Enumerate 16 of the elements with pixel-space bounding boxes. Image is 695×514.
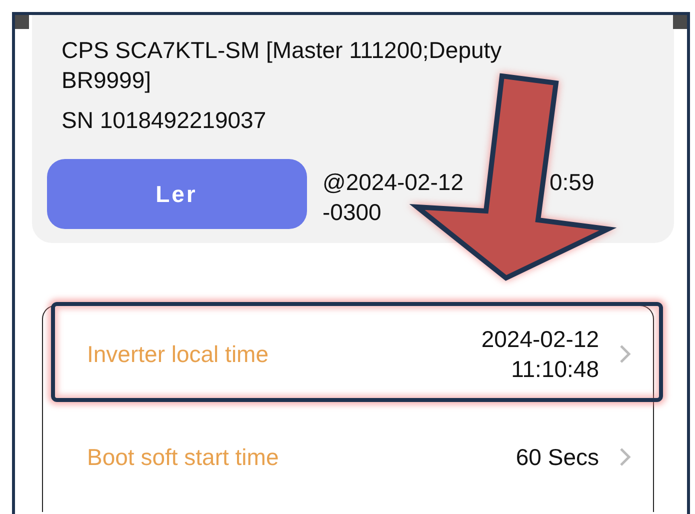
device-model: CPS SCA7KTL-SM [Master 111200;Deputy BR9999] bbox=[60, 36, 503, 95]
setting-value: 2024-02-12 11:10:48 bbox=[480, 325, 599, 384]
setting-row[interactable]: Boot soft start time 60 Secs bbox=[43, 402, 653, 512]
setting-label: Inverter local time bbox=[87, 340, 269, 368]
setting-row[interactable]: Inverter local time 2024-02-12 11:10:48 bbox=[43, 306, 653, 402]
chevron-right-icon bbox=[619, 447, 631, 467]
setting-label: Boot soft start time bbox=[87, 444, 279, 470]
chevron-right-icon bbox=[619, 344, 631, 364]
read-timestamp: 0:59 bbox=[550, 168, 594, 197]
timezone-offset: -0300 bbox=[322, 198, 382, 227]
corner-block bbox=[15, 15, 29, 29]
corner-block bbox=[673, 15, 687, 29]
setting-value: 60 Secs bbox=[514, 443, 599, 472]
read-timestamp: @2024-02-12 bbox=[322, 168, 464, 197]
serial-number: SN 1018492219037 bbox=[60, 106, 268, 135]
read-button[interactable]: Ler bbox=[46, 159, 306, 229]
